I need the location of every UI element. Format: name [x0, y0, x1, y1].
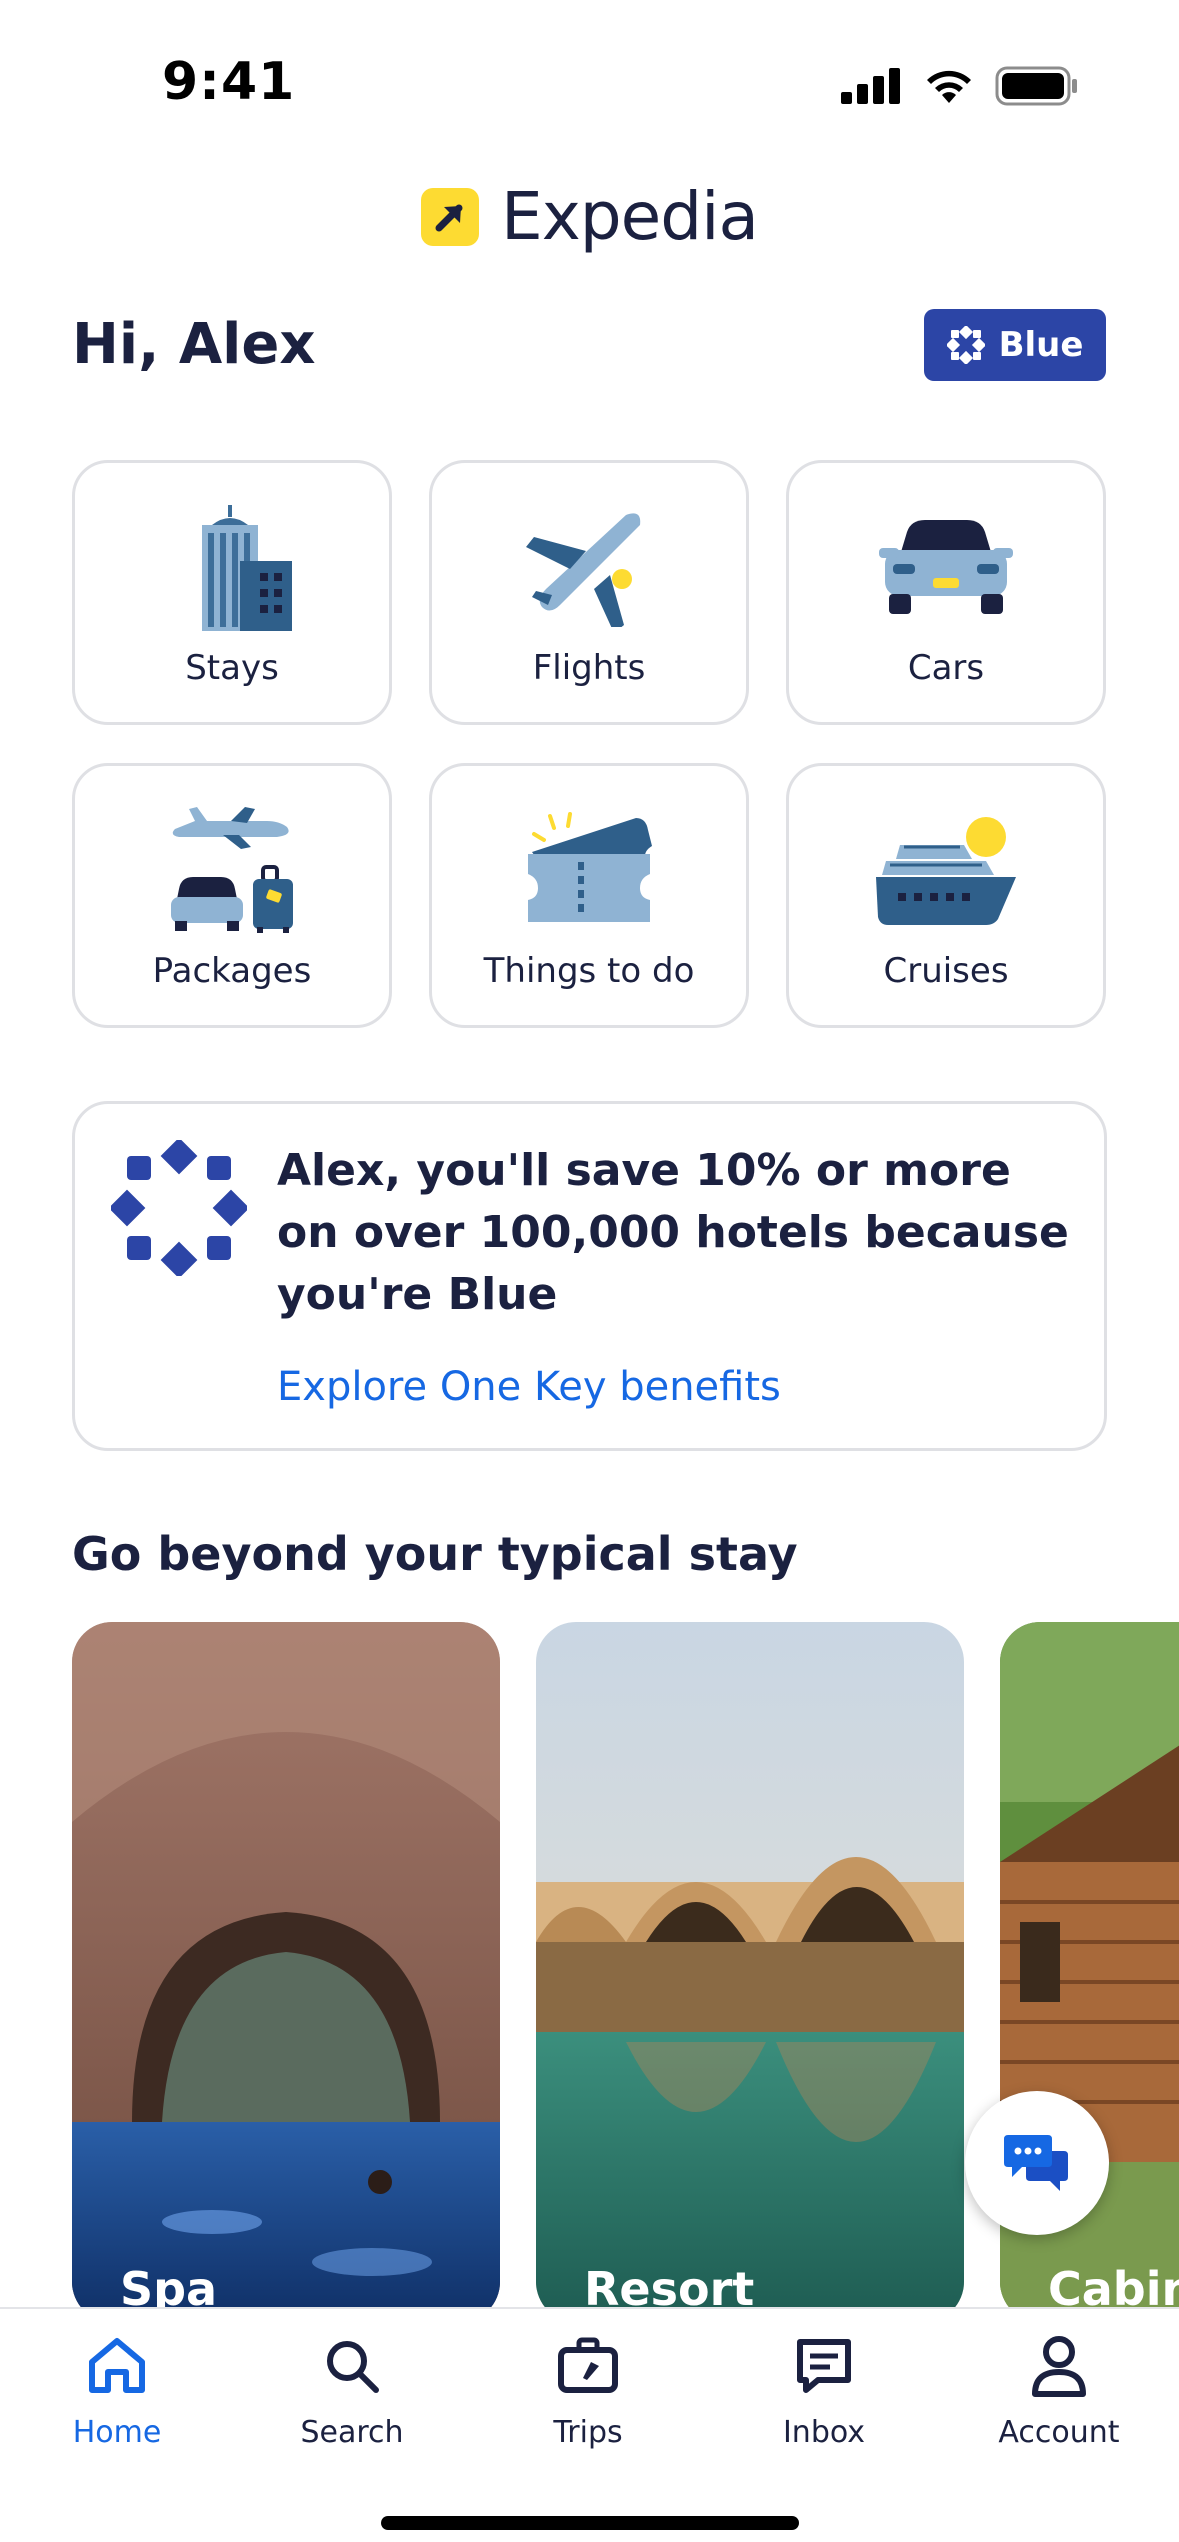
onekey-icon [946, 326, 985, 364]
status-time: 9:41 [162, 52, 296, 112]
logo-text: Expedia [501, 178, 759, 255]
category-flights[interactable]: Flights [429, 460, 749, 725]
category-label: Cruises [883, 951, 1009, 991]
onekey-card[interactable]: Alex, you'll save 10% or more on over 10… [72, 1101, 1107, 1451]
tier-badge[interactable]: Blue [924, 309, 1106, 381]
nav-home[interactable]: Home [17, 2331, 217, 2450]
greeting: Hi, Alex [72, 312, 316, 377]
chat-button[interactable] [965, 2091, 1109, 2235]
category-things-to-do[interactable]: Things to do [429, 763, 749, 1028]
category-cars[interactable]: Cars [786, 460, 1106, 725]
flights-icon [514, 502, 664, 632]
nav-label: Search [300, 2415, 404, 2450]
nav-label: Home [72, 2415, 162, 2450]
stay-card-label: Cabin [1048, 2262, 1179, 2312]
stay-card-label: Spa [120, 2262, 218, 2312]
nav-label: Inbox [782, 2415, 866, 2450]
nav-label: Trips [553, 2415, 623, 2450]
category-label: Cars [907, 648, 985, 688]
category-label: Things to do [483, 951, 695, 991]
stay-card-spa[interactable]: Spa [72, 1622, 500, 2312]
nav-account[interactable]: Account [959, 2331, 1159, 2450]
tier-badge-label: Blue [998, 325, 1084, 365]
expedia-logo: Expedia [0, 178, 1179, 255]
inbox-icon [789, 2331, 859, 2401]
category-grid: Stays Flights Cars Packages Things to do… [72, 460, 1107, 1028]
stay-card-resort[interactable]: Resort [536, 1622, 964, 2312]
category-packages[interactable]: Packages [72, 763, 392, 1028]
expedia-logo-icon [421, 187, 480, 246]
home-indicator [381, 2516, 799, 2530]
stay-card-label: Resort [584, 2262, 755, 2312]
onekey-message: Alex, you'll save 10% or more on over 10… [277, 1145, 1069, 1320]
stays-icon [157, 502, 307, 632]
spa-image [72, 1622, 500, 2312]
bottom-nav: Home Search Trips Inbox Account [0, 2307, 1179, 2542]
nav-inbox[interactable]: Inbox [724, 2331, 924, 2450]
onekey-icon [111, 1140, 247, 1276]
search-icon [317, 2331, 387, 2401]
category-label: Packages [152, 951, 312, 991]
explore-onekey-link[interactable]: Explore One Key benefits [277, 1364, 781, 1410]
nav-trips[interactable]: Trips [488, 2331, 688, 2450]
chat-icon [1004, 2135, 1068, 2191]
status-bar: 9:41 [0, 0, 1179, 150]
category-label: Flights [532, 648, 646, 688]
packages-icon [157, 805, 307, 935]
status-icons [841, 66, 1079, 106]
category-stays[interactable]: Stays [72, 460, 392, 725]
resort-image [536, 1622, 964, 2312]
cruises-icon [871, 805, 1021, 935]
category-cruises[interactable]: Cruises [786, 763, 1106, 1028]
signal-icon [841, 68, 900, 104]
things-to-do-icon [514, 805, 664, 935]
wifi-icon [927, 70, 971, 103]
category-label: Stays [185, 648, 279, 688]
trips-icon [553, 2331, 623, 2401]
section-title: Go beyond your typical stay [72, 1527, 798, 1581]
cars-icon [871, 502, 1021, 632]
battery-icon [995, 66, 1077, 106]
nav-label: Account [998, 2415, 1120, 2450]
nav-search[interactable]: Search [252, 2331, 452, 2450]
home-icon [82, 2331, 152, 2401]
account-icon [1024, 2331, 1094, 2401]
